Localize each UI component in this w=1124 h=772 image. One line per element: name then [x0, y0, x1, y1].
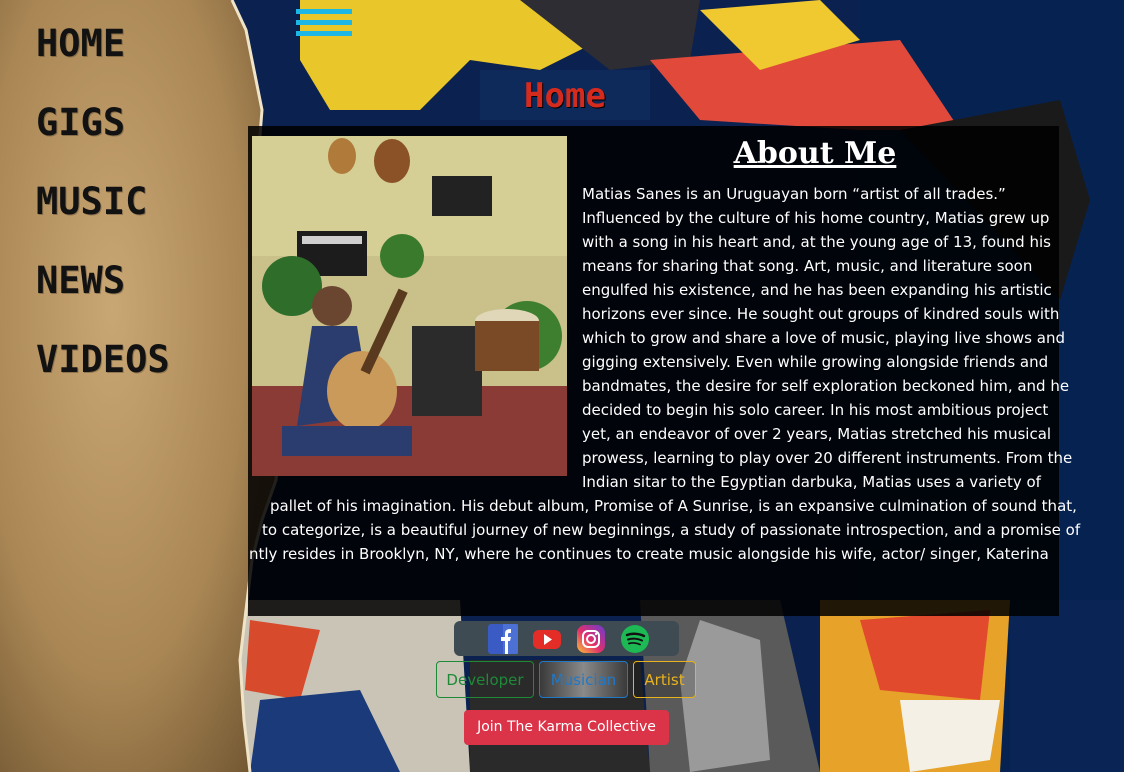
main-nav: HOME GIGS MUSIC NEWS VIDEOS: [36, 22, 236, 417]
artist-button[interactable]: Artist: [633, 661, 696, 698]
youtube-icon[interactable]: [532, 624, 562, 654]
page-title-banner: Home: [480, 70, 650, 120]
nav-item-news[interactable]: NEWS: [36, 259, 236, 338]
about-line: means for sharing that song. Art, music,…: [582, 257, 1033, 275]
about-line: Matias Sanes is an Uruguayan born “artis…: [582, 185, 1006, 203]
about-line: with a song in his heart and, at the you…: [582, 233, 1051, 251]
musician-button[interactable]: Musician: [539, 661, 628, 698]
social-links-bar: [454, 621, 679, 656]
hamburger-menu-icon[interactable]: [296, 9, 352, 39]
about-line: horizons ever since. He sought out group…: [582, 305, 1060, 323]
about-line: yet, an endeavor of over 2 years, Matias…: [582, 425, 1052, 443]
developer-button[interactable]: Developer: [436, 661, 534, 698]
about-line: prowess, learning to play over 20 differ…: [582, 449, 1073, 467]
about-line: bandmates, the desire for self explorati…: [582, 377, 1070, 395]
nav-item-videos[interactable]: VIDEOS: [36, 338, 236, 417]
nav-item-gigs[interactable]: GIGS: [36, 101, 236, 180]
about-line: which to grow and share a love of music,…: [582, 329, 1065, 347]
spotify-icon[interactable]: [620, 624, 650, 654]
musician-photo: [252, 136, 567, 476]
about-line: ntly resides in Brooklyn, NY, where he c…: [249, 545, 1049, 563]
page-title: Home: [524, 76, 606, 116]
about-heading: About Me: [733, 136, 897, 171]
about-line: engulfed his existence, and he has been …: [582, 281, 1052, 299]
about-line: Indian sitar to the Egyptian darbuka, Ma…: [582, 473, 1041, 491]
about-line: Influenced by the culture of his home co…: [582, 209, 1050, 227]
join-karma-collective-button[interactable]: Join The Karma Collective: [464, 710, 669, 745]
about-line: decided to begin his solo career. In his…: [582, 401, 1049, 419]
about-line: pallet of his imagination. His debut alb…: [270, 497, 1077, 515]
nav-item-music[interactable]: MUSIC: [36, 180, 236, 259]
facebook-icon[interactable]: [488, 624, 518, 654]
instagram-icon[interactable]: [576, 624, 606, 654]
about-line: gigging extensively. Even while growing …: [582, 353, 1049, 371]
nav-item-home[interactable]: HOME: [36, 22, 236, 101]
about-line: to categorize, is a beautiful journey of…: [262, 521, 1081, 539]
